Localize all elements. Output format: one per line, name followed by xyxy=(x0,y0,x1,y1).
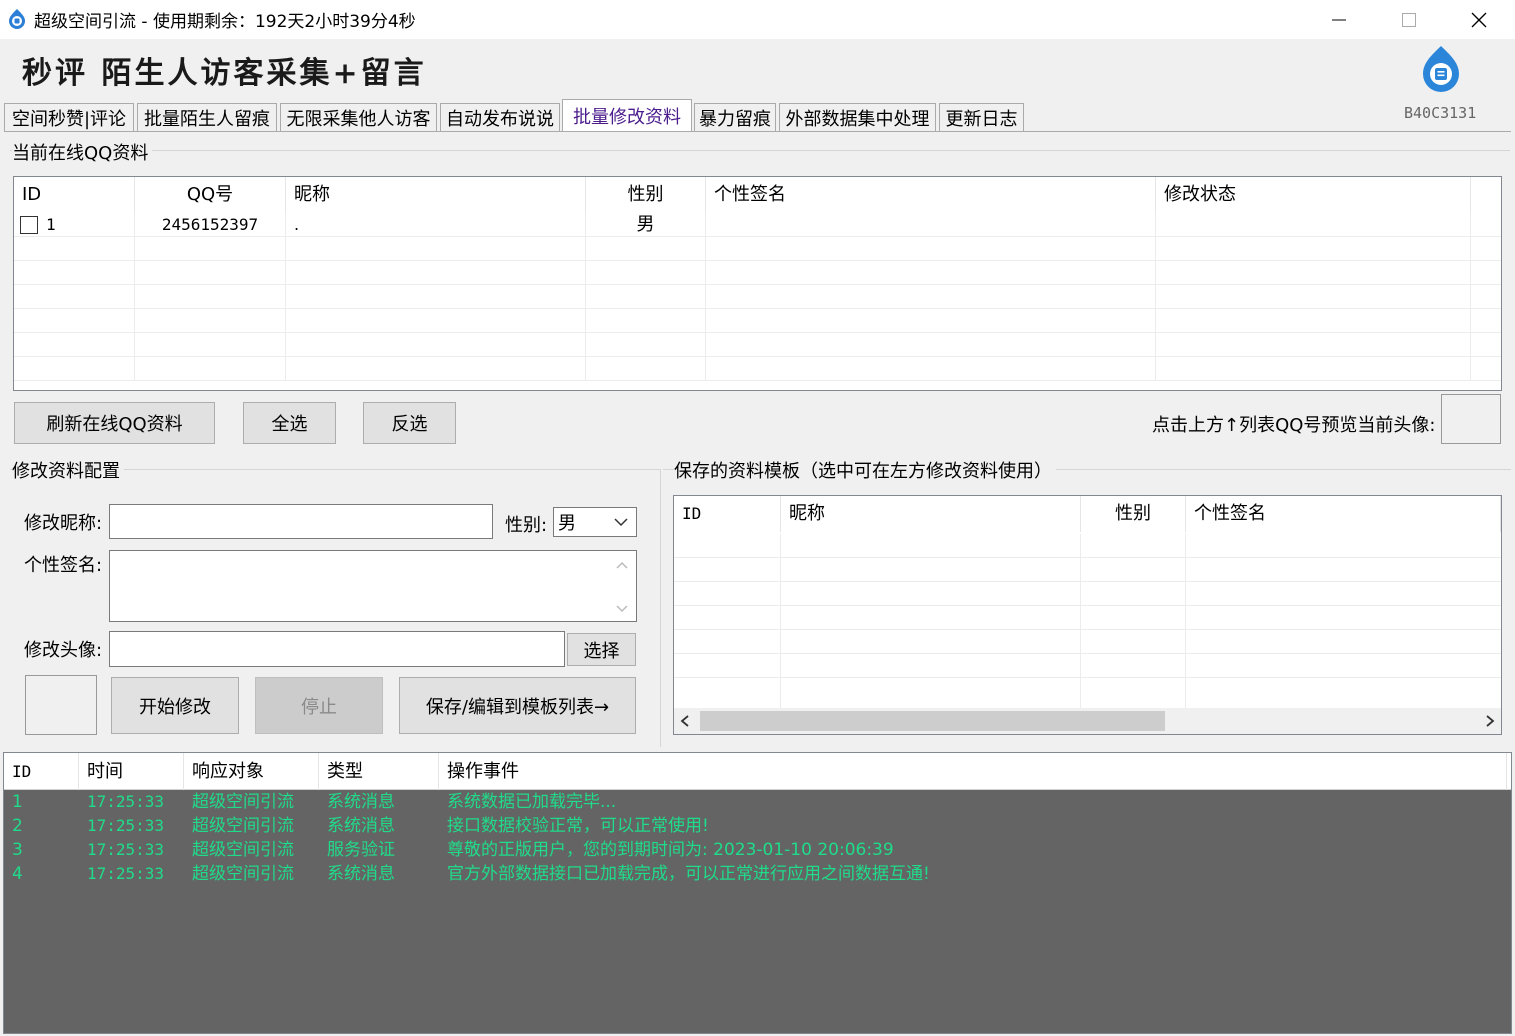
log-row[interactable]: 2 17:25:33 超级空间引流 系统消息 接口数据校验正常，可以正常使用! xyxy=(4,814,1499,838)
nickname-input[interactable] xyxy=(109,504,493,539)
column-header[interactable]: 修改状态 xyxy=(1156,177,1471,213)
invert-selection-button[interactable]: 反选 xyxy=(363,402,456,444)
group-title-templates: 保存的资料模板（选中可在左方修改资料使用） xyxy=(674,457,1056,483)
tab-spatial-like-comment[interactable]: 空间秒赞|评论 xyxy=(4,103,134,132)
online-qq-list[interactable]: ID QQ号 昵称 性别 个性签名 修改状态 1 2456152397 . 男 xyxy=(13,176,1502,391)
gender-select[interactable]: 男 xyxy=(553,507,637,537)
avatar-preview-label: 点击上方↑列表QQ号预览当前头像: xyxy=(1152,415,1436,436)
column-header[interactable]: QQ号 xyxy=(135,177,286,213)
log-row[interactable]: 1 17:25:33 超级空间引流 系统消息 系统数据已加载完毕... xyxy=(4,790,1499,814)
column-header[interactable]: 性别 xyxy=(1081,496,1186,532)
maximize-button[interactable] xyxy=(1374,0,1444,39)
tab-changelog[interactable]: 更新日志 xyxy=(939,103,1024,132)
close-icon xyxy=(1471,12,1487,27)
group-border xyxy=(660,469,661,747)
logo-icon xyxy=(1423,46,1459,92)
table-row xyxy=(14,285,1501,309)
chevron-down-icon xyxy=(614,518,628,527)
column-header[interactable]: 响应对象 xyxy=(184,753,319,790)
app-icon xyxy=(9,9,25,29)
gender-label: 性别: xyxy=(505,515,548,536)
template-list-header: ID 昵称 性别 个性签名 xyxy=(674,496,1501,534)
banner-title: 秒评 陌生人访客采集+留言 xyxy=(22,56,427,91)
row-checkbox[interactable] xyxy=(20,216,38,234)
nickname-label: 修改昵称: xyxy=(24,513,103,534)
avatar-path-input[interactable] xyxy=(109,631,565,667)
maximize-icon xyxy=(1402,12,1416,27)
minimize-icon xyxy=(1332,19,1346,20)
table-row xyxy=(14,333,1501,357)
signature-textarea[interactable] xyxy=(109,550,637,622)
save-template-button[interactable]: 保存/编辑到模板列表→ xyxy=(399,677,636,734)
column-header[interactable]: 操作事件 xyxy=(439,753,1507,790)
scroll-down-icon[interactable] xyxy=(616,605,628,613)
column-header[interactable]: ID xyxy=(674,496,781,532)
log-header: ID 时间 响应对象 类型 操作事件 xyxy=(4,753,1511,790)
table-row xyxy=(14,357,1501,381)
table-row xyxy=(14,309,1501,333)
tab-auto-post[interactable]: 自动发布说说 xyxy=(440,103,560,132)
column-header[interactable]: ID xyxy=(14,177,135,213)
column-header[interactable]: 个性签名 xyxy=(706,177,1156,213)
scroll-left-icon[interactable] xyxy=(680,715,690,727)
signature-label: 个性签名: xyxy=(24,555,103,576)
avatar-preview-box xyxy=(1441,394,1501,444)
tab-external-data[interactable]: 外部数据集中处理 xyxy=(779,103,936,132)
group-border xyxy=(10,150,1510,151)
operation-log-list[interactable]: ID 时间 响应对象 类型 操作事件 1 17:25:33 超级空间引流 系统消… xyxy=(3,752,1512,1034)
version-code: B40C3131 xyxy=(1404,104,1477,122)
scrollbar-thumb[interactable] xyxy=(700,711,1165,731)
log-row[interactable]: 4 17:25:33 超级空间引流 系统消息 官方外部数据接口已加载完成，可以正… xyxy=(4,862,1499,886)
window-title: 超级空间引流 - 使用期剩余：192天2小时39分4秒 xyxy=(34,12,416,32)
start-edit-button[interactable]: 开始修改 xyxy=(111,677,239,734)
scroll-right-icon[interactable] xyxy=(1485,715,1495,727)
table-row xyxy=(14,237,1501,261)
tab-violent-trace[interactable]: 暴力留痕 xyxy=(694,103,776,132)
scroll-up-icon[interactable] xyxy=(616,561,628,569)
refresh-online-button[interactable]: 刷新在线QQ资料 xyxy=(14,402,215,444)
column-header[interactable]: 昵称 xyxy=(781,496,1081,532)
tab-stranger-trace[interactable]: 批量陌生人留痕 xyxy=(137,103,277,132)
column-header[interactable]: 时间 xyxy=(79,753,184,790)
stop-button[interactable]: 停止 xyxy=(255,677,383,734)
column-header[interactable]: 性别 xyxy=(586,177,706,213)
select-all-button[interactable]: 全选 xyxy=(243,402,336,444)
tab-batch-edit-profile[interactable]: 批量修改资料 xyxy=(562,99,692,132)
close-button[interactable] xyxy=(1444,0,1514,39)
minimize-button[interactable] xyxy=(1304,0,1374,39)
column-header[interactable]: 昵称 xyxy=(286,177,586,213)
horizontal-scrollbar[interactable] xyxy=(674,708,1501,734)
log-row[interactable]: 3 17:25:33 超级空间引流 服务验证 尊敬的正版用户，您的到期时间为: … xyxy=(4,838,1499,862)
column-header[interactable]: ID xyxy=(4,753,79,790)
choose-avatar-button[interactable]: 选择 xyxy=(567,633,636,666)
column-header[interactable]: 个性签名 xyxy=(1186,496,1501,532)
group-title-config: 修改资料配置 xyxy=(12,457,124,483)
avatar-label: 修改头像: xyxy=(24,640,103,661)
table-row xyxy=(14,261,1501,285)
avatar-thumbnail xyxy=(25,675,97,735)
template-list[interactable]: ID 昵称 性别 个性签名 xyxy=(673,495,1502,735)
group-title-online: 当前在线QQ资料 xyxy=(12,139,153,165)
table-row[interactable]: 1 2456152397 . 男 xyxy=(14,213,1501,237)
tab-divider xyxy=(4,131,1511,132)
tab-collect-visitors[interactable]: 无限采集他人访客 xyxy=(280,103,437,132)
column-header[interactable]: 类型 xyxy=(319,753,439,790)
online-list-header: ID QQ号 昵称 性别 个性签名 修改状态 xyxy=(14,177,1501,213)
